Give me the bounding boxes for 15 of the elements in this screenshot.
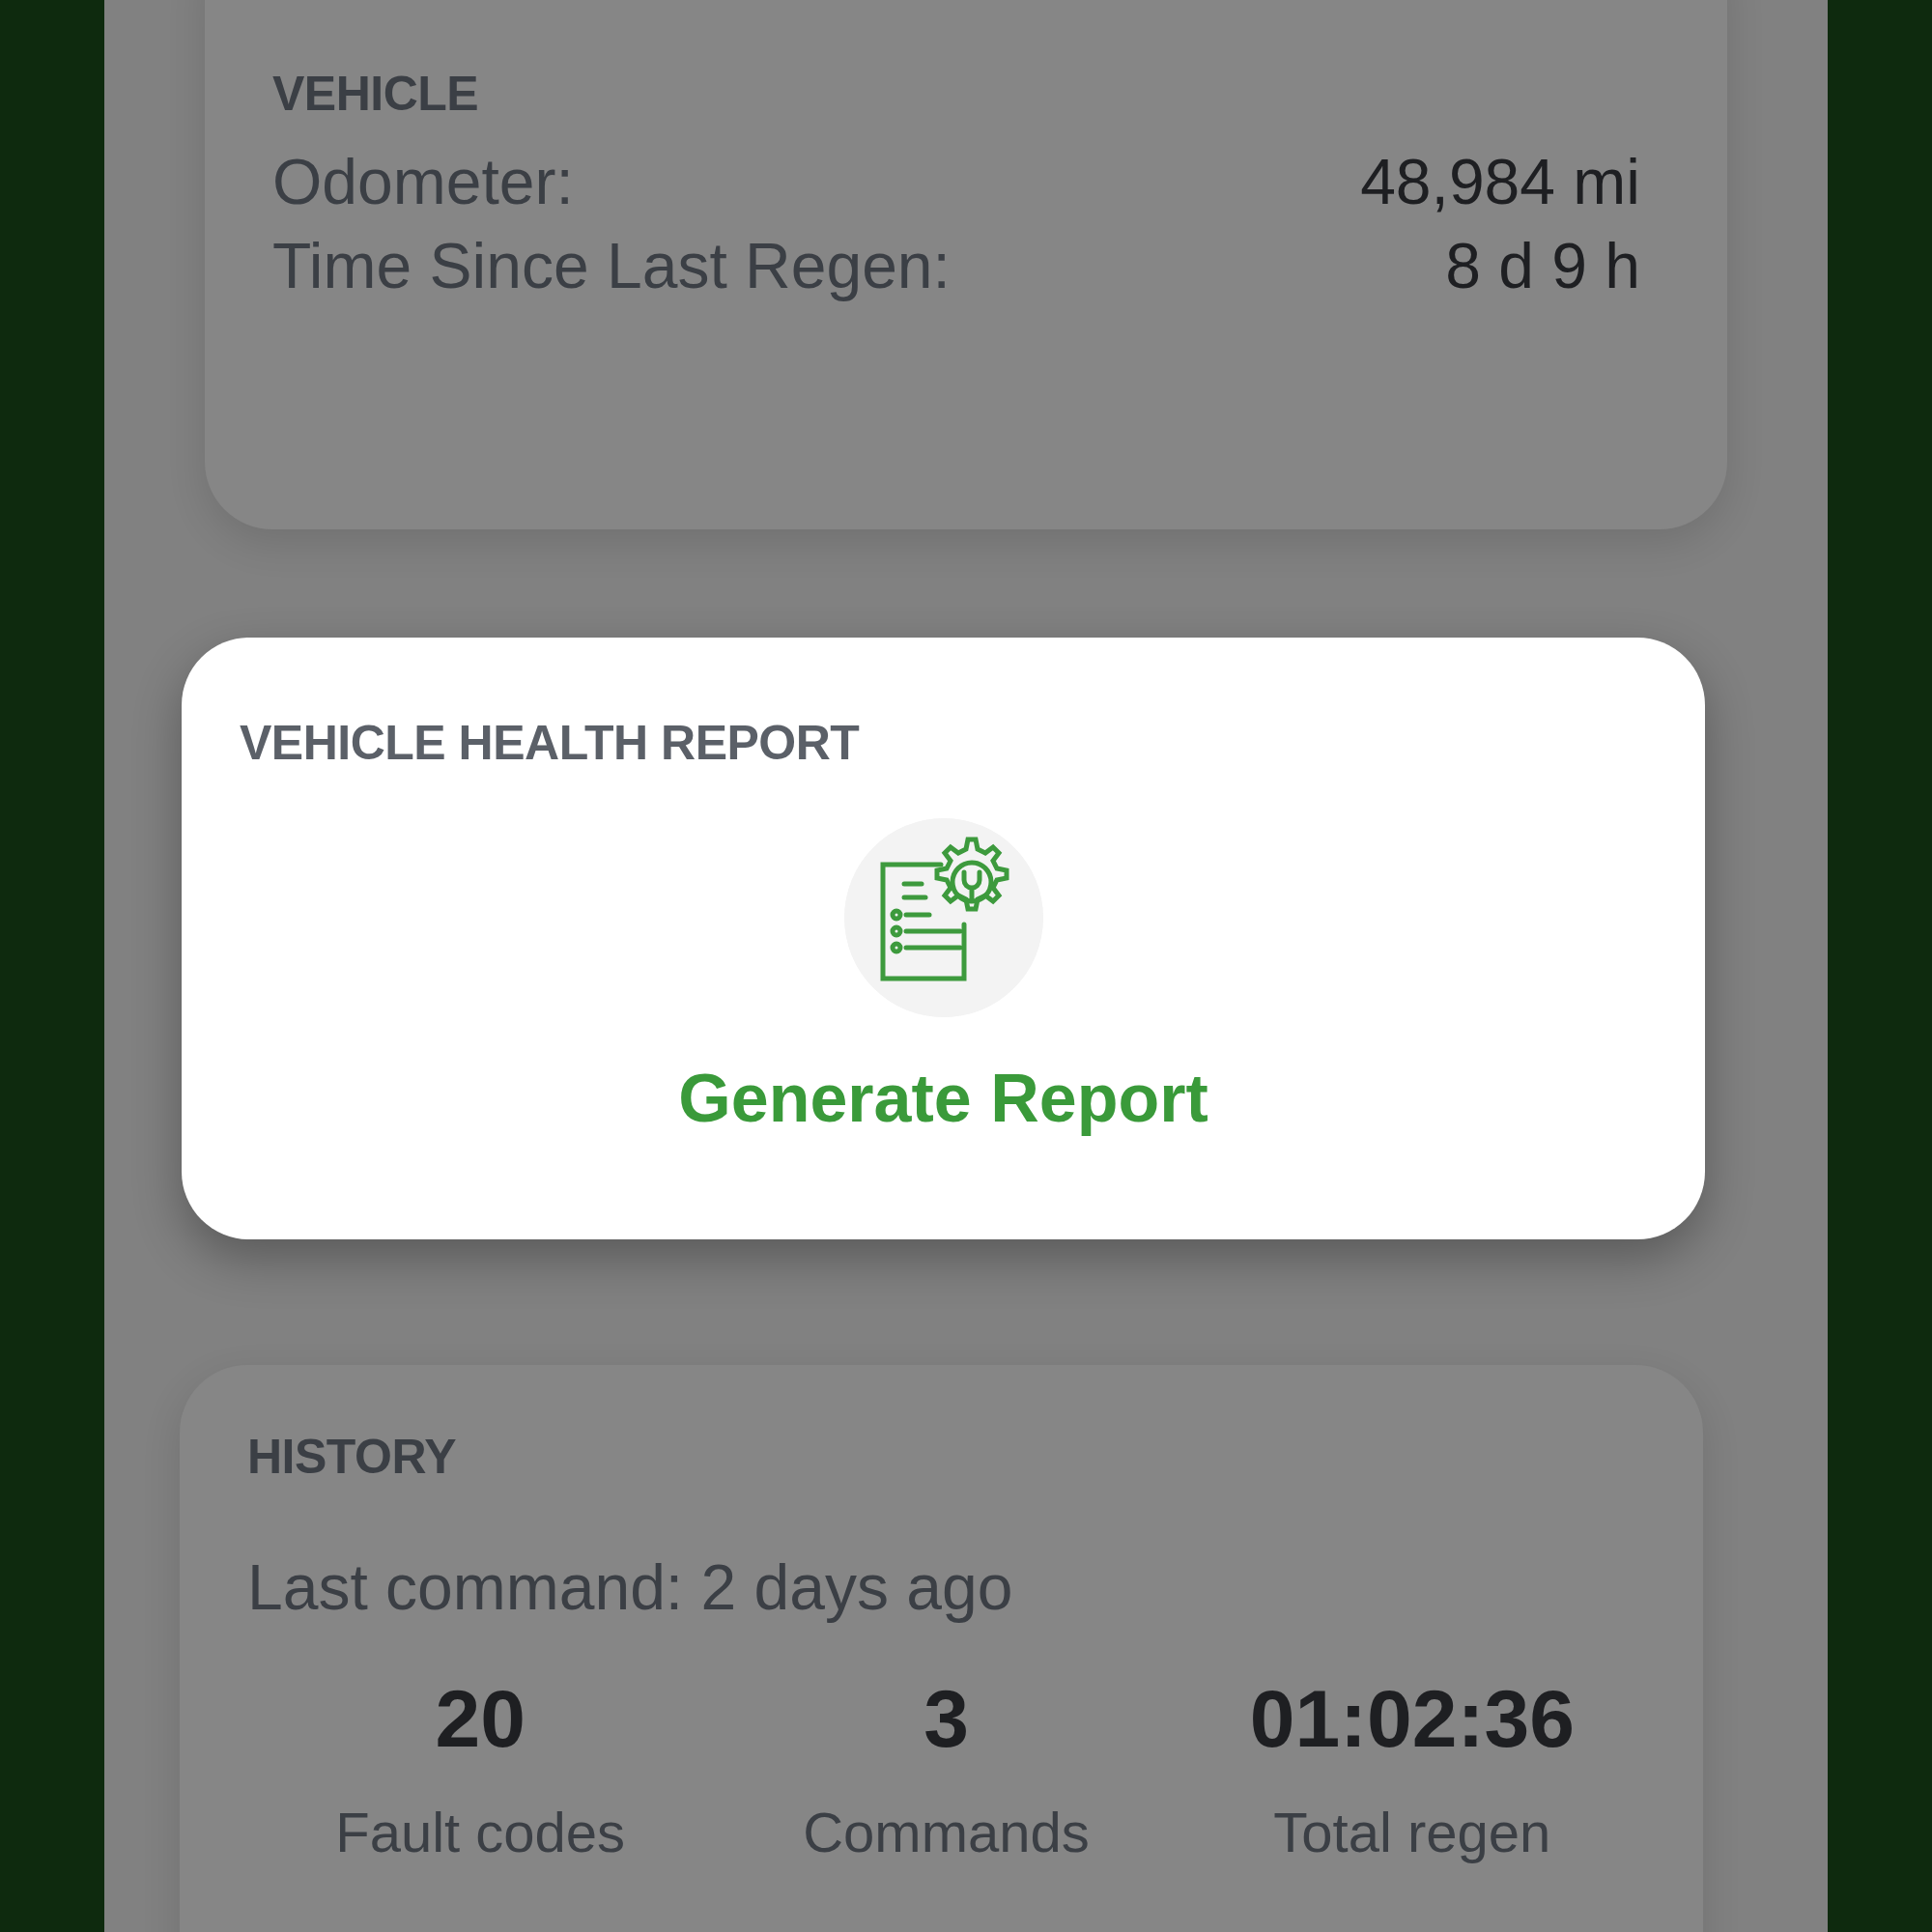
generate-report-button[interactable]: Generate Report xyxy=(672,1058,1214,1139)
stat-label: Fault codes xyxy=(335,1799,626,1865)
stat-value: 20 xyxy=(435,1674,526,1764)
last-command-text: Last command: 2 days ago xyxy=(247,1550,1014,1625)
stat-label: Total regen xyxy=(1273,1799,1551,1865)
stat-value: 01:02:36 xyxy=(1249,1674,1575,1764)
stat-label: Commands xyxy=(803,1799,1090,1865)
field-value: 48,984 mi xyxy=(1360,145,1640,219)
field-label: Odometer: xyxy=(272,145,574,219)
field-label: Time Since Last Regen: xyxy=(272,229,951,304)
section-title: HISTORY xyxy=(247,1431,457,1484)
stat-value: 3 xyxy=(923,1674,969,1764)
section-title: VEHICLE xyxy=(272,68,480,121)
field-value: 8 d 9 h xyxy=(1445,229,1640,304)
section-title: VEHICLE HEALTH REPORT xyxy=(240,717,861,770)
